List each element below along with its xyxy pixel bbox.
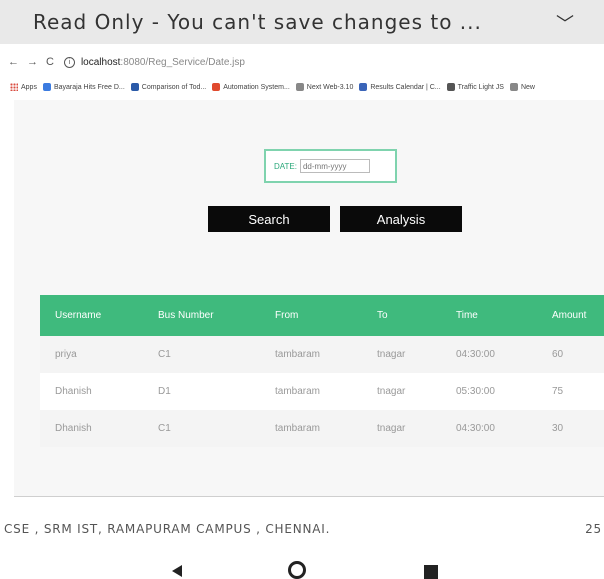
nav-home-icon[interactable] — [288, 561, 306, 579]
bookmark-label: Next Web-3.10 — [306, 83, 354, 91]
bookmark-label: New — [520, 83, 535, 91]
bookmark-favicon-icon — [42, 83, 51, 91]
bookmark-label: Comparison of Tod... — [141, 83, 207, 91]
divider — [14, 496, 604, 497]
bookmarks-bar: Apps Bayaraja Hits Free D... Comparison of… — [0, 78, 604, 96]
cell-time: 05:30:00 — [456, 386, 495, 397]
cell-time: 04:30:00 — [456, 423, 495, 434]
back-arrow-icon[interactable]: ← — [8, 56, 19, 68]
bookmark-favicon-icon — [509, 83, 518, 91]
cell-to: tnagar — [377, 386, 406, 397]
table-row: Dhanish D1 tambaram tnagar 05:30:00 75 — [40, 373, 604, 410]
bookmark-label: Results Calendar | C... — [370, 83, 441, 91]
date-label: DATE: — [274, 161, 297, 171]
read-only-banner: Read Only - You can't save changes to ..… — [0, 0, 604, 44]
header-from: From — [275, 310, 299, 321]
bookmark-label: Automation System... — [223, 83, 290, 91]
cell-time: 04:30:00 — [456, 349, 495, 360]
results-table: Username Bus Number From To Time Amount … — [40, 295, 604, 447]
footer-page-number: 25 — [585, 522, 602, 536]
cell-amount: 30 — [552, 423, 564, 434]
bookmark-favicon-icon — [130, 83, 139, 91]
bookmark-label: Bayaraja Hits Free D... — [53, 83, 125, 91]
cell-amount: 60 — [552, 349, 564, 360]
bookmark-item[interactable]: Results Calendar | C... — [359, 83, 441, 91]
date-form: DATE: — [264, 149, 397, 183]
header-username: Username — [55, 310, 102, 321]
bookmark-item[interactable]: Comparison of Tod... — [130, 83, 207, 91]
cell-username: Dhanish — [55, 386, 92, 397]
cell-bus-number: C1 — [158, 423, 171, 434]
cell-bus-number: C1 — [158, 349, 171, 360]
cell-username: priya — [55, 349, 77, 360]
header-time: Time — [456, 310, 478, 321]
nav-recents-icon[interactable] — [424, 565, 438, 579]
url-host: localhost — [80, 56, 121, 68]
header-to: To — [377, 310, 388, 321]
cell-from: tambaram — [275, 349, 321, 360]
read-only-message: Read Only - You can't save changes to ..… — [33, 10, 482, 34]
reload-icon[interactable]: C — [46, 56, 54, 68]
analysis-button[interactable]: Analysis — [340, 206, 462, 232]
chevron-down-icon[interactable]: ﹀ — [556, 10, 574, 36]
bookmark-item[interactable]: Bayaraja Hits Free D... — [42, 83, 125, 91]
table-row: priya C1 tambaram tnagar 04:30:00 60 — [40, 336, 604, 373]
cell-bus-number: D1 — [158, 386, 171, 397]
table-row: Dhanish C1 tambaram tnagar 04:30:00 30 — [40, 410, 604, 447]
header-bus-number: Bus Number — [158, 310, 214, 321]
address-bar: ← → C i localhost:8080/Reg_Service/Date.… — [0, 52, 604, 72]
url-path: :8080/Reg_Service/Date.jsp — [120, 56, 245, 68]
bookmark-item[interactable]: Apps — [6, 83, 37, 91]
cell-to: tnagar — [377, 349, 406, 360]
table-header: Username Bus Number From To Time Amount — [40, 295, 604, 336]
bookmark-favicon-icon — [446, 83, 455, 91]
bookmark-label: Traffic Light JS — [457, 83, 504, 91]
page-content: DATE: Search Analysis Username Bus Numbe… — [14, 100, 604, 496]
search-button[interactable]: Search — [208, 206, 330, 232]
bookmark-favicon-icon — [212, 83, 221, 91]
footer-institution: CSE , SRM IST, RAMAPURAM CAMPUS , CHENNA… — [4, 522, 331, 536]
android-nav-bar — [0, 558, 604, 579]
cell-to: tnagar — [377, 423, 406, 434]
apps-grid-icon — [10, 83, 18, 91]
bookmark-label: Apps — [21, 83, 37, 91]
header-amount: Amount — [552, 310, 587, 321]
date-input[interactable] — [299, 159, 370, 173]
cell-from: tambaram — [275, 423, 321, 434]
bookmark-favicon-icon — [359, 83, 368, 91]
bookmark-item[interactable]: New — [509, 83, 535, 91]
bookmark-item[interactable]: Next Web-3.10 — [295, 83, 354, 91]
forward-arrow-icon[interactable]: → — [27, 56, 38, 68]
bookmark-item[interactable]: Traffic Light JS — [446, 83, 504, 91]
nav-back-icon[interactable] — [172, 565, 182, 577]
cell-amount: 75 — [552, 386, 564, 397]
footer: CSE , SRM IST, RAMAPURAM CAMPUS , CHENNA… — [0, 520, 604, 540]
cell-from: tambaram — [275, 386, 321, 397]
bookmark-favicon-icon — [295, 83, 304, 91]
info-icon[interactable]: i — [63, 56, 75, 68]
bookmark-item[interactable]: Automation System... — [212, 83, 290, 91]
cell-username: Dhanish — [55, 423, 92, 434]
url-field[interactable]: localhost:8080/Reg_Service/Date.jsp — [81, 57, 245, 68]
